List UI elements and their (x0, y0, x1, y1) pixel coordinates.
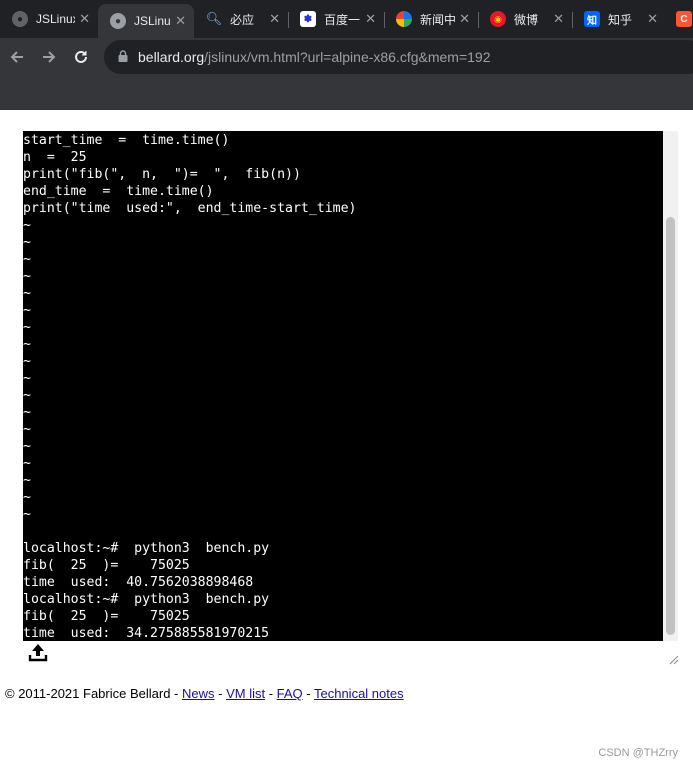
tab-baidu[interactable]: ✽ 百度一 ✕ (288, 0, 384, 38)
tab-title: 知乎 (608, 12, 633, 27)
tab-title: 百度一 (324, 12, 361, 27)
bookmarks-bar (0, 76, 693, 110)
url-text[interactable]: bellard.org/jslinux/vm.html?url=alpine-x… (138, 49, 491, 65)
terminal-line: start_time = time.time() (23, 133, 230, 148)
close-icon[interactable]: ✕ (553, 11, 564, 27)
zhihu-icon: 知 (584, 11, 600, 27)
close-icon[interactable]: ✕ (365, 11, 376, 27)
browser-toolbar: bellard.org/jslinux/vm.html?url=alpine-x… (0, 38, 693, 76)
terminal-line: ~ (23, 218, 31, 233)
url-host: bellard.org (138, 49, 205, 65)
back-arrow-icon[interactable] (4, 44, 30, 70)
terminal-line: time used: 34.275885581970215 (23, 626, 270, 641)
terminal-line: ~ (23, 371, 31, 386)
tab-title: 必应 (230, 12, 255, 27)
terminal-window[interactable]: start_time = time.time() n = 25 print("fib… (23, 131, 678, 641)
terminal-line: n = 25 (23, 150, 87, 165)
terminal-line: ~ (23, 286, 31, 301)
baidu-paw-icon: ✽ (300, 11, 316, 27)
lock-icon (118, 50, 128, 62)
terminal-line: ~ (23, 337, 31, 352)
close-icon[interactable]: ✕ (269, 11, 280, 27)
terminal-line: ~ (23, 439, 31, 454)
tab-title: 新闻中 (420, 12, 456, 27)
terminal-line: ~ (23, 388, 31, 403)
terminal-line: time used: 40.7562038898468 (23, 575, 254, 590)
terminal-scrollbar[interactable] (663, 131, 678, 641)
copyright-text: © 2011-2021 Fabrice Bellard - (5, 686, 182, 701)
footer-separator: - (302, 686, 314, 701)
news-link[interactable]: News (182, 686, 215, 701)
terminal-line: print("time used:", end_time-start_time) (23, 201, 357, 216)
globe-icon: ● (110, 13, 126, 29)
tab-weibo[interactable]: ◉ 微博 ✕ (478, 0, 572, 38)
terminal-line: fib( 25 )= 75025 (23, 609, 190, 624)
vm-list-link[interactable]: VM list (226, 686, 265, 701)
footer-separator: - (214, 686, 227, 701)
terminal-line: ~ (23, 490, 31, 505)
tab-strip: ● JSLinux ✕ ● JSLinux ✕ 🔍︎ 必应 ✕ ✽ 百度一 ✕ … (0, 0, 693, 38)
csdn-icon: C (676, 11, 692, 27)
close-icon[interactable]: ✕ (459, 11, 470, 27)
technical-notes-link[interactable]: Technical notes (314, 686, 404, 701)
tab-csdn[interactable]: C (666, 0, 693, 38)
terminal-line: ~ (23, 422, 31, 437)
news-icon (396, 11, 412, 27)
close-icon[interactable]: ✕ (175, 13, 186, 29)
url-path: /jslinux/vm.html?url=alpine-x86.cfg&mem=… (204, 49, 491, 65)
tab-title: 微博 (514, 12, 539, 27)
terminal-line: localhost:~# python3 bench.py (23, 592, 270, 607)
footer-separator: - (265, 686, 277, 701)
tab-bing[interactable]: 🔍︎ 必应 ✕ (194, 0, 288, 38)
terminal-line: ~ (23, 456, 31, 471)
terminal-line: fib( 25 )= 75025 (23, 558, 190, 573)
resize-handle-icon[interactable] (667, 653, 679, 665)
faq-link[interactable]: FAQ (277, 686, 303, 701)
reload-icon[interactable] (68, 44, 94, 70)
terminal-line: ~ (23, 473, 31, 488)
close-icon[interactable]: ✕ (79, 11, 90, 27)
terminal-line: ~ (23, 320, 31, 335)
terminal-line: end_time = time.time() (23, 184, 214, 199)
terminal-line: localhost:~# python3 bench.py (23, 541, 270, 556)
weibo-icon: ◉ (490, 11, 506, 27)
tab-title: JSLinux (134, 14, 171, 28)
terminal-line: ~ (23, 303, 31, 318)
forward-arrow-icon[interactable] (36, 44, 62, 70)
tab-jslinux-1[interactable]: ● JSLinux ✕ (0, 0, 98, 38)
terminal-line: ~ (23, 507, 31, 522)
terminal-screen[interactable]: start_time = time.time() n = 25 print("fib… (23, 131, 663, 642)
globe-icon: ● (12, 11, 28, 27)
address-bar[interactable]: bellard.org/jslinux/vm.html?url=alpine-x… (104, 40, 693, 74)
terminal-line: ~ (23, 405, 31, 420)
tab-title: JSLinux (36, 12, 76, 26)
upload-icon[interactable] (28, 642, 48, 662)
close-icon[interactable]: ✕ (647, 11, 658, 27)
tab-jslinux-active[interactable]: ● JSLinux ✕ (98, 4, 194, 38)
terminal-line: print("fib(", n, ")= ", fib(n)) (23, 167, 301, 182)
terminal-line: ~ (23, 354, 31, 369)
terminal-line: ~ (23, 252, 31, 267)
terminal-line: ~ (23, 269, 31, 284)
tab-news[interactable]: 新闻中 ✕ (384, 0, 478, 38)
terminal-line: ~ (23, 235, 31, 250)
search-icon: 🔍︎ (205, 11, 223, 26)
page-footer: © 2011-2021 Fabrice Bellard - News - VM … (5, 686, 404, 701)
tab-zhihu[interactable]: 知 知乎 ✕ (572, 0, 666, 38)
watermark: CSDN @THZrry (598, 747, 678, 759)
scrollbar-thumb[interactable] (666, 217, 675, 635)
